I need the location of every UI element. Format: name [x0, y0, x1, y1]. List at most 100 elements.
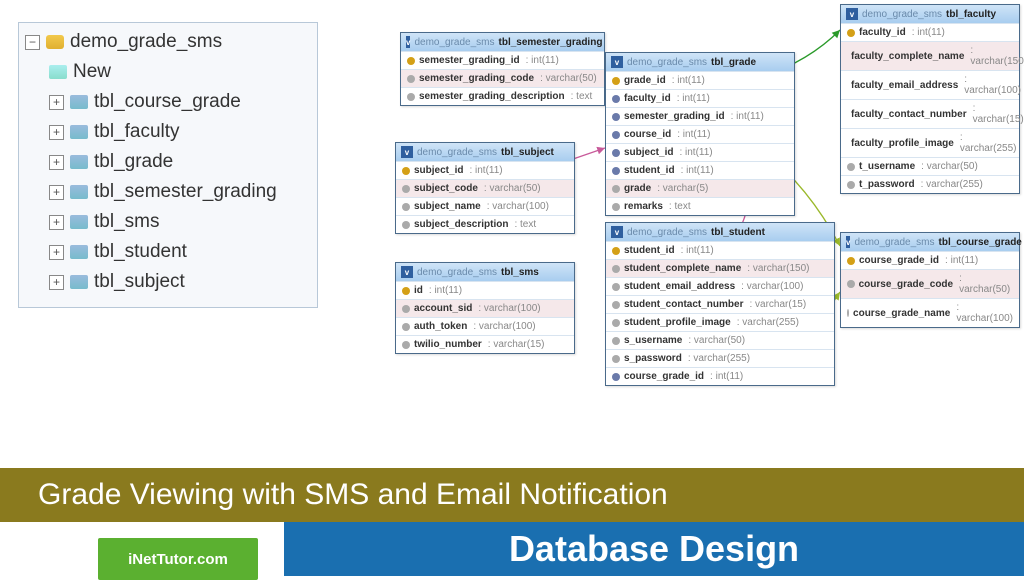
table-column[interactable]: student_email_address: varchar(100) [606, 277, 834, 295]
key-icon [847, 309, 849, 317]
table-column[interactable]: student_contact_number: varchar(15) [606, 295, 834, 313]
table-column[interactable]: course_id: int(11) [606, 125, 794, 143]
table-column[interactable]: faculty_id: int(11) [841, 23, 1019, 41]
table-column[interactable]: course_grade_id: int(11) [606, 367, 834, 385]
column-name: t_password [859, 179, 915, 190]
column-type: : int(11) [672, 75, 705, 86]
table-prefix: demo_grade_sms [627, 57, 707, 68]
table-header[interactable]: vdemo_grade_smstbl_student [606, 223, 834, 241]
column-name: faculty_profile_image [851, 138, 954, 149]
table-column[interactable]: t_password: varchar(255) [841, 175, 1019, 193]
tree-item[interactable]: +tbl_faculty [25, 117, 311, 147]
expand-icon[interactable]: + [49, 95, 64, 110]
expand-icon[interactable]: + [49, 215, 64, 230]
table-header[interactable]: vdemo_grade_smstbl_subject [396, 143, 574, 161]
table-header[interactable]: vdemo_grade_smstbl_faculty [841, 5, 1019, 23]
tree-item[interactable]: +tbl_grade [25, 147, 311, 177]
expand-icon[interactable]: + [49, 185, 64, 200]
table-column[interactable]: faculty_complete_name: varchar(150) [841, 41, 1019, 70]
table-column[interactable]: subject_description: text [396, 215, 574, 233]
table-column[interactable]: subject_name: varchar(100) [396, 197, 574, 215]
table-column[interactable]: faculty_profile_image: varchar(255) [841, 128, 1019, 157]
collapse-icon[interactable]: − [25, 35, 40, 50]
expand-icon[interactable]: + [49, 275, 64, 290]
tree-root[interactable]: − demo_grade_sms [25, 31, 311, 53]
table-column[interactable]: semester_grading_id: int(11) [606, 107, 794, 125]
table-column[interactable]: student_id: int(11) [606, 161, 794, 179]
tree-item[interactable]: +tbl_semester_grading [25, 177, 311, 207]
column-type: : varchar(50) [540, 73, 597, 84]
column-type: : text [669, 201, 691, 212]
column-name: subject_id [414, 165, 463, 176]
designer-icon: v [846, 236, 850, 248]
table-header[interactable]: vdemo_grade_smstbl_semester_grading [401, 33, 604, 51]
table-semester-grading[interactable]: vdemo_grade_smstbl_semester_gradingsemes… [400, 32, 605, 106]
tree-item[interactable]: +tbl_student [25, 237, 311, 267]
table-grade[interactable]: vdemo_grade_smstbl_gradegrade_id: int(11… [605, 52, 795, 216]
designer-icon: v [611, 226, 623, 238]
banner-site: iNetTutor.com [98, 538, 258, 580]
table-column[interactable]: s_username: varchar(50) [606, 331, 834, 349]
table-prefix: demo_grade_sms [627, 227, 707, 238]
table-subject[interactable]: vdemo_grade_smstbl_subjectsubject_id: in… [395, 142, 575, 234]
table-prefix: demo_grade_sms [417, 147, 497, 158]
key-icon [407, 93, 415, 101]
column-type: : varchar(15) [488, 339, 545, 350]
table-column[interactable]: auth_token: varchar(100) [396, 317, 574, 335]
table-column[interactable]: student_id: int(11) [606, 241, 834, 259]
table-column[interactable]: semester_grading_code: varchar(50) [401, 69, 604, 87]
tree-item[interactable]: +tbl_subject [25, 267, 311, 297]
tree-new[interactable]: New [25, 57, 311, 87]
table-column[interactable]: subject_id: int(11) [396, 161, 574, 179]
table-column[interactable]: student_profile_image: varchar(255) [606, 313, 834, 331]
table-column[interactable]: faculty_id: int(11) [606, 89, 794, 107]
table-column[interactable]: course_grade_id: int(11) [841, 251, 1019, 269]
banner-subtitle: Database Design [284, 522, 1024, 576]
table-column[interactable]: course_grade_code: varchar(50) [841, 269, 1019, 298]
table-faculty[interactable]: vdemo_grade_smstbl_facultyfaculty_id: in… [840, 4, 1020, 194]
column-name: semester_grading_description [419, 91, 565, 102]
table-column[interactable]: subject_id: int(11) [606, 143, 794, 161]
table-column[interactable]: id: int(11) [396, 281, 574, 299]
column-name: faculty_email_address [851, 80, 958, 91]
table-name: tbl_grade [711, 57, 756, 68]
column-type: : varchar(255) [737, 317, 799, 328]
table-column[interactable]: faculty_contact_number: varchar(15) [841, 99, 1019, 128]
designer-icon: v [846, 8, 858, 20]
new-icon [49, 65, 67, 79]
table-column[interactable]: faculty_email_address: varchar(100) [841, 70, 1019, 99]
table-column[interactable]: subject_code: varchar(50) [396, 179, 574, 197]
column-name: id [414, 285, 423, 296]
tree-item[interactable]: +tbl_course_grade [25, 87, 311, 117]
table-column[interactable]: semester_grading_id: int(11) [401, 51, 604, 69]
table-name: tbl_subject [501, 147, 554, 158]
table-column[interactable]: grade: varchar(5) [606, 179, 794, 197]
table-sms[interactable]: vdemo_grade_smstbl_smsid: int(11)account… [395, 262, 575, 354]
expand-icon[interactable]: + [49, 125, 64, 140]
table-icon [70, 185, 88, 199]
column-type: : text [571, 91, 593, 102]
table-column[interactable]: course_grade_name: varchar(100) [841, 298, 1019, 327]
banner-subtitle-text: Database Design [509, 528, 799, 570]
database-name: demo_grade_sms [70, 31, 222, 53]
table-column[interactable]: t_username: varchar(50) [841, 157, 1019, 175]
table-column[interactable]: s_password: varchar(255) [606, 349, 834, 367]
key-icon [612, 203, 620, 211]
expand-icon[interactable]: + [49, 155, 64, 170]
table-column[interactable]: semester_grading_description : text [401, 87, 604, 105]
key-icon [407, 57, 415, 65]
table-icon [70, 245, 88, 259]
table-course-grade[interactable]: vdemo_grade_smstbl_course_gradecourse_gr… [840, 232, 1020, 328]
table-column[interactable]: account_sid: varchar(100) [396, 299, 574, 317]
table-column[interactable]: grade_id: int(11) [606, 71, 794, 89]
expand-icon[interactable]: + [49, 245, 64, 260]
table-student[interactable]: vdemo_grade_smstbl_studentstudent_id: in… [605, 222, 835, 386]
tree-item[interactable]: +tbl_sms [25, 207, 311, 237]
table-column[interactable]: twilio_number: varchar(15) [396, 335, 574, 353]
table-header[interactable]: vdemo_grade_smstbl_grade [606, 53, 794, 71]
table-header[interactable]: vdemo_grade_smstbl_course_grade [841, 233, 1019, 251]
column-name: student_id [624, 165, 675, 176]
table-column[interactable]: student_complete_name: varchar(150) [606, 259, 834, 277]
table-column[interactable]: remarks: text [606, 197, 794, 215]
table-header[interactable]: vdemo_grade_smstbl_sms [396, 263, 574, 281]
